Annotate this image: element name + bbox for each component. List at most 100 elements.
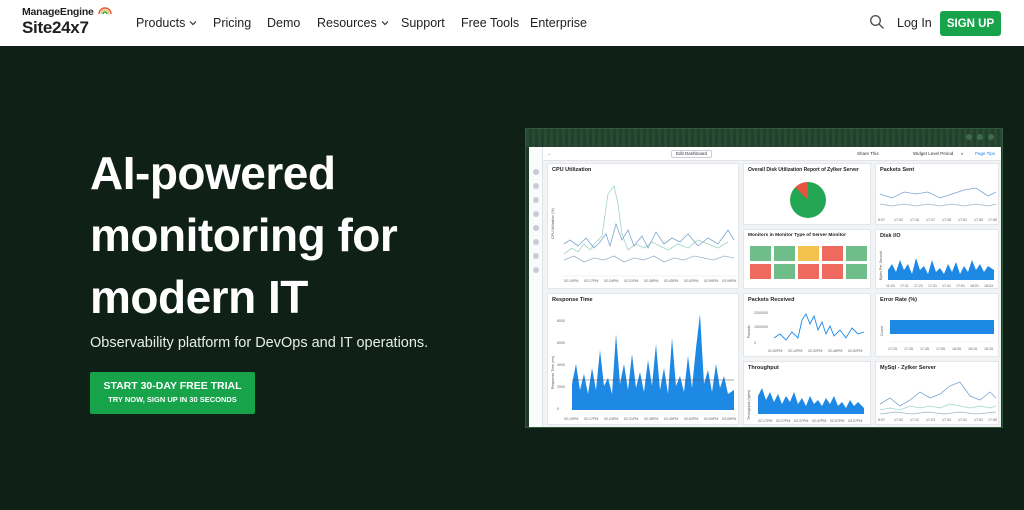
svg-text:17:31: 17:31 bbox=[928, 284, 937, 288]
svg-text:03:06PM: 03:06PM bbox=[722, 279, 736, 283]
nav-pricing-label: Pricing bbox=[213, 16, 252, 30]
packets-sent-x-ticks: 8:07 17:02 17:16 17:27 17:38 17:51 17:55… bbox=[878, 218, 997, 222]
widget-cpu-utilization[interactable]: CPU Utilization CPU Utilization (%) 02:1… bbox=[547, 163, 739, 289]
hero-title-line-2: monitoring for bbox=[90, 209, 398, 261]
svg-text:02:52PM: 02:52PM bbox=[848, 349, 862, 353]
nav-products[interactable]: Products bbox=[136, 16, 197, 30]
cta-main-label: START 30-DAY FREE TRIAL bbox=[103, 380, 242, 392]
nav-enterprise[interactable]: Enterprise bbox=[530, 16, 587, 30]
nav-support[interactable]: Support bbox=[401, 16, 445, 30]
site24x7-logo[interactable]: ManageEngine Site24x7 bbox=[22, 5, 112, 41]
disk-io-x-ticks: 11:03 17:11 17:21 17:31 17:41 17:51 18:0… bbox=[886, 284, 993, 288]
widget-response-time[interactable]: Response Time Response Time (ms) 8000 60… bbox=[547, 293, 739, 425]
signup-button[interactable]: SIGN UP bbox=[940, 11, 1001, 36]
hero-subtitle: Observability platform for DevOps and IT… bbox=[90, 335, 429, 351]
back-arrow-icon[interactable]: ← bbox=[547, 151, 552, 156]
error-rate-x-ticks: 17:25 17:35 17:45 17:55 18:05 18:15 18:2… bbox=[888, 347, 993, 351]
edit-dashboard-button[interactable]: Edit Dashboard bbox=[671, 150, 713, 158]
nav-free-tools-label: Free Tools bbox=[461, 16, 520, 30]
nav-free-tools[interactable]: Free Tools bbox=[461, 16, 519, 30]
svg-text:02:38PM: 02:38PM bbox=[644, 417, 658, 421]
svg-text:02:17PM: 02:17PM bbox=[584, 279, 598, 283]
login-link[interactable]: Log In bbox=[897, 16, 932, 30]
logo-arc-icon bbox=[98, 7, 112, 15]
svg-text:02:17PM: 02:17PM bbox=[584, 417, 598, 421]
svg-text:1000000: 1000000 bbox=[754, 325, 768, 329]
svg-text:02:32PM: 02:32PM bbox=[808, 349, 822, 353]
throughput-x-ticks: 02:17PM 02:27PM 02:37PM 02:47PM 02:57PM … bbox=[758, 419, 862, 423]
widget-error-rate[interactable]: Error Rate (%) Count 17:25 17:35 17:45 1… bbox=[875, 293, 999, 357]
nav-resources[interactable]: Resources bbox=[317, 16, 389, 30]
svg-text:17:27: 17:27 bbox=[926, 218, 935, 222]
svg-text:03:07PM: 03:07PM bbox=[848, 419, 862, 423]
nav-demo[interactable]: Demo bbox=[267, 16, 300, 30]
svg-text:0: 0 bbox=[754, 341, 756, 345]
share-this-link[interactable]: Share This bbox=[857, 151, 879, 156]
theme-toggle-icon[interactable]: ◐ bbox=[961, 151, 964, 156]
svg-text:17:41: 17:41 bbox=[958, 418, 967, 422]
svg-text:02:10PM: 02:10PM bbox=[564, 279, 578, 283]
nav-pricing[interactable]: Pricing bbox=[213, 16, 251, 30]
response-time-x-ticks: 02:10PM 02:17PM 02:24PM 02:31PM 02:38PM … bbox=[564, 417, 736, 421]
widget-mysql-zylker[interactable]: MySql - Zylker Server 8:07 17:02 17:12 1… bbox=[875, 361, 999, 425]
sidebar-dot-icon bbox=[533, 239, 539, 245]
svg-text:18:15: 18:15 bbox=[968, 347, 977, 351]
svg-text:18:25: 18:25 bbox=[984, 347, 993, 351]
sidebar-dot-icon bbox=[533, 169, 539, 175]
svg-text:17:51: 17:51 bbox=[958, 218, 967, 222]
response-time-chart: Response Time (ms) 8000 6000 4000 2000 0… bbox=[551, 314, 736, 421]
svg-text:02:46PM: 02:46PM bbox=[828, 349, 842, 353]
hero-title-line-3: modern IT bbox=[90, 271, 308, 323]
widget-packets-sent[interactable]: Packets Sent 8:07 17:02 17:16 17:27 17:3… bbox=[875, 163, 999, 225]
svg-text:17:12: 17:12 bbox=[910, 418, 919, 422]
sidebar-dot-icon bbox=[533, 211, 539, 217]
svg-text:03:06PM: 03:06PM bbox=[722, 417, 736, 421]
svg-text:02:31PM: 02:31PM bbox=[624, 417, 638, 421]
search-icon[interactable] bbox=[869, 14, 885, 30]
top-navigation: ManageEngine Site24x7 Products Pricing D… bbox=[0, 0, 1024, 46]
svg-text:02:59PM: 02:59PM bbox=[704, 417, 718, 421]
packets-sent-chart: 8:07 17:02 17:16 17:27 17:38 17:51 17:55… bbox=[878, 187, 997, 222]
chevron-down-icon bbox=[189, 21, 197, 26]
dashboard-preview: ← Edit Dashboard Share This Widget Level… bbox=[525, 128, 1003, 428]
monitor-status-grid bbox=[750, 246, 867, 279]
svg-text:17:21: 17:21 bbox=[914, 284, 923, 288]
svg-text:Count: Count bbox=[880, 326, 884, 336]
widget-monitors-status[interactable]: Monitors in Monitor Type of Server Monit… bbox=[743, 229, 871, 289]
error-rate-chart: Count 17:25 17:35 17:45 17:55 18:05 18:1… bbox=[880, 320, 994, 351]
page-tips-link[interactable]: Page Tips bbox=[975, 151, 995, 156]
svg-text:Packets: Packets bbox=[747, 325, 751, 338]
svg-text:17:38: 17:38 bbox=[942, 218, 951, 222]
svg-text:17:02: 17:02 bbox=[894, 418, 903, 422]
svg-text:17:58: 17:58 bbox=[988, 218, 997, 222]
svg-text:17:16: 17:16 bbox=[910, 218, 919, 222]
start-free-trial-button[interactable]: START 30-DAY FREE TRIAL TRY NOW, SIGN UP… bbox=[90, 372, 255, 414]
chevron-down-icon bbox=[381, 21, 389, 26]
nav-enterprise-label: Enterprise bbox=[530, 16, 587, 30]
widget-packets-received[interactable]: Packets Received Packets 2000000 1000000… bbox=[743, 293, 871, 357]
error-rate-bar bbox=[890, 320, 994, 334]
nav-demo-label: Demo bbox=[267, 16, 301, 30]
svg-text:2000: 2000 bbox=[557, 385, 565, 389]
svg-text:02:37PM: 02:37PM bbox=[794, 419, 808, 423]
widget-disk-io[interactable]: Disk I/O Bytes Per Second 11:03 17:11 17… bbox=[875, 229, 999, 289]
svg-text:02:24PM: 02:24PM bbox=[604, 279, 618, 283]
svg-text:02:10PM: 02:10PM bbox=[564, 417, 578, 421]
packets-received-chart: Packets 2000000 1000000 0 01:52PM 02:12P… bbox=[747, 311, 865, 353]
sidebar-dot-icon bbox=[533, 197, 539, 203]
svg-text:8:07: 8:07 bbox=[878, 218, 885, 222]
svg-text:18:05: 18:05 bbox=[952, 347, 961, 351]
svg-text:11:03: 11:03 bbox=[886, 284, 895, 288]
svg-text:01:52PM: 01:52PM bbox=[768, 349, 782, 353]
widget-throughput[interactable]: Throughput Throughput (bytes) 02:17PM 02… bbox=[743, 361, 871, 425]
widget-disk-utilization-report[interactable]: Overall Disk Utilization Report of Zylke… bbox=[743, 163, 871, 225]
widget-period-select[interactable]: Widget Level Period bbox=[913, 151, 953, 156]
svg-text:02:31PM: 02:31PM bbox=[624, 279, 638, 283]
svg-text:02:59PM: 02:59PM bbox=[704, 279, 718, 283]
sidebar-dot-icon bbox=[533, 253, 539, 259]
cpu-x-ticks: 02:10PM 02:17PM 02:24PM 02:31PM 02:38PM … bbox=[564, 279, 736, 283]
svg-text:17:33: 17:33 bbox=[942, 418, 951, 422]
sidebar-dot-icon bbox=[533, 225, 539, 231]
throughput-chart: Throughput (bytes) 02:17PM 02:27PM 02:37… bbox=[747, 388, 864, 423]
svg-text:02:27PM: 02:27PM bbox=[776, 419, 790, 423]
